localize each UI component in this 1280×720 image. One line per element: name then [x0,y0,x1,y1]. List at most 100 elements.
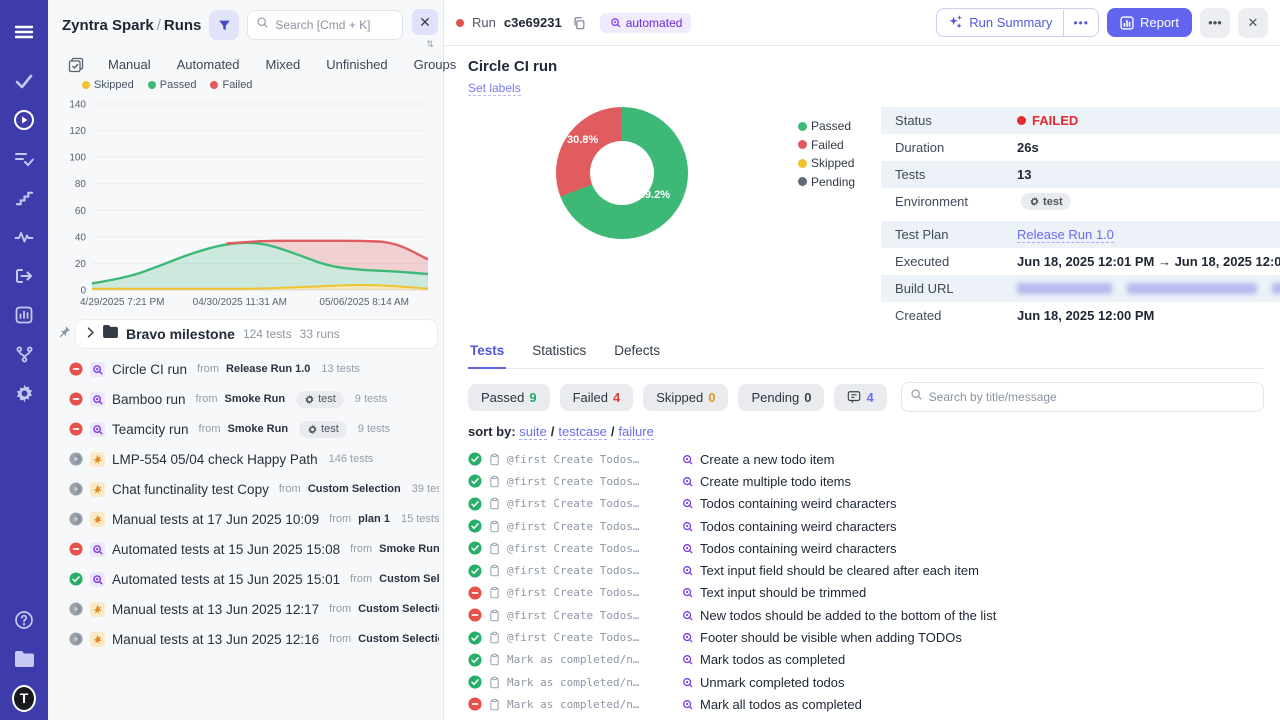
automated-badge: automated [600,13,692,33]
runs-play-icon[interactable] [12,108,36,132]
test-row[interactable]: @first Create Todos…Text input field sho… [468,559,1264,581]
test-title: Create a new todo item [700,452,834,467]
sort-by-failure[interactable]: failure [618,424,653,440]
tasks-check-icon[interactable] [12,69,36,93]
automated-test-icon [681,497,694,510]
test-suite: @first Create Todos… [507,631,675,644]
projects-folder-icon[interactable] [12,647,36,671]
run-summary-more-button[interactable]: ••• [1063,10,1098,36]
set-labels-link[interactable]: Set labels [468,81,521,96]
help-icon[interactable] [12,608,36,632]
run-list-item[interactable]: Circle CI runfromRelease Run 1.013 tests [48,354,439,384]
filter-button[interactable] [209,10,239,40]
settings-gear-icon[interactable] [12,381,36,405]
more-actions-button[interactable]: ••• [1200,8,1230,38]
test-row[interactable]: Mark as completed/n…Mark todos as comple… [468,649,1264,671]
sort-by-testcase[interactable]: testcase [558,424,606,440]
test-title: Text input should be trimmed [700,585,866,600]
chevron-right-icon[interactable] [86,325,95,343]
copy-icon[interactable] [570,14,588,32]
tab-statistics[interactable]: Statistics [530,343,588,368]
test-row[interactable]: @first Create Todos…Todos containing wei… [468,515,1264,537]
run-from-label: from [199,423,221,435]
run-summary-button[interactable]: Run Summary [937,9,1063,36]
select-all-icon[interactable] [68,56,84,73]
svg-text:05/06/2025 8:14 AM: 05/06/2025 8:14 AM [319,297,409,308]
menu-icon[interactable] [12,20,36,44]
runs-tab-unfinished[interactable]: Unfinished [326,57,387,72]
test-row[interactable]: @first Create Todos…Todos containing wei… [468,493,1264,515]
run-name: Teamcity run [112,422,189,437]
run-overview: 30.8% 69.2% PassedFailedSkippedPending S… [468,107,1264,329]
run-status-icon [69,392,83,406]
test-status-icon [468,631,482,645]
run-from-label: from [329,603,351,615]
test-row[interactable]: @first Create Todos…Create a new todo it… [468,448,1264,470]
passed-filter-chip[interactable]: Passed 9 [468,384,550,411]
run-list-item[interactable]: Teamcity runfromSmoke Runtest9 tests [48,414,439,444]
run-list-item[interactable]: Automated tests at 15 Jun 2025 15:08from… [48,534,439,564]
tab-defects[interactable]: Defects [612,343,662,368]
runs-trend-chart: SkippedPassedFailed 0204060801001201404/… [48,79,443,312]
automated-test-icon [681,564,694,577]
runs-tab-groups[interactable]: Groups [414,57,457,72]
pending-filter-chip[interactable]: Pending 0 [738,384,824,411]
runs-search-input[interactable] [275,18,394,32]
pin-icon[interactable] [58,325,71,343]
detail-row-environment: Environmenttest [881,188,1280,215]
run-name: LMP-554 05/04 check Happy Path [112,452,318,467]
test-row[interactable]: @first Create Todos…Todos containing wei… [468,537,1264,559]
run-list-item[interactable]: Automated tests at 15 Jun 2025 15:01from… [48,564,439,594]
testomat-logo[interactable]: T [12,686,36,710]
run-list-item[interactable]: Manual tests at 17 Jun 2025 10:09frompla… [48,504,439,534]
test-row[interactable]: @first Create Todos…Text input should be… [468,582,1264,604]
tests-search-input[interactable] [929,390,1255,404]
activity-pulse-icon[interactable] [12,225,36,249]
clipboard-icon [488,609,501,622]
runs-tab-mixed[interactable]: Mixed [266,57,301,72]
close-run-button[interactable]: ✕ [1238,8,1268,38]
runs-filter-tabs: ManualAutomatedMixedUnfinishedGroups [48,44,443,79]
skipped-filter-chip[interactable]: Skipped 0 [643,384,728,411]
detail-row-executed: ExecutedJun 18, 2025 12:01 PM → Jun 18, … [881,248,1280,275]
test-row[interactable]: @first Create Todos…Create multiple todo… [468,470,1264,492]
tests-search[interactable] [901,382,1264,412]
panel-close-button[interactable]: ✕ [412,9,438,35]
manual-run-icon [90,632,105,647]
sort-order-icon[interactable]: ⇅ [426,39,434,50]
search-icon [256,16,269,34]
report-button[interactable]: Report [1107,8,1192,37]
breadcrumb-project[interactable]: Zyntra Spark [62,17,154,34]
run-status-icon [69,542,83,556]
runs-tab-manual[interactable]: Manual [108,57,151,72]
test-status-icon [468,497,482,511]
run-detail-header: Run c3e69231 automated Run Summary ••• R… [444,0,1280,46]
test-row[interactable]: Mark as completed/n…Unmark completed tod… [468,671,1264,693]
run-source: plan 1 [358,513,390,525]
comments-filter-chip[interactable]: 4 [834,384,886,411]
runs-search[interactable] [247,10,403,40]
import-icon[interactable] [12,264,36,288]
test-list-icon[interactable] [12,147,36,171]
run-list-item[interactable]: Manual tests at 13 Jun 2025 12:17fromCus… [48,594,439,624]
test-row[interactable]: @first Create Todos…Footer should be vis… [468,626,1264,648]
automated-test-icon [681,520,694,533]
run-list-item[interactable]: LMP-554 05/04 check Happy Path146 tests [48,444,439,474]
test-row[interactable]: Mark as completed/n…Mark all todos as co… [468,693,1264,715]
tab-tests[interactable]: Tests [468,343,506,369]
svg-text:20: 20 [75,259,87,270]
test-row[interactable]: @first Create Todos…New todos should be … [468,604,1264,626]
test-title: Unmark completed todos [700,675,845,690]
sort-by-suite[interactable]: suite [519,424,546,440]
reports-icon[interactable] [12,303,36,327]
run-list-item[interactable]: Chat functinality test CopyfromCustom Se… [48,474,439,504]
runs-tab-automated[interactable]: Automated [177,57,240,72]
test-plan-link[interactable]: Release Run 1.0 [1017,227,1114,243]
failed-filter-chip[interactable]: Failed 4 [560,384,634,411]
manual-run-icon [90,512,105,527]
milestone-row[interactable]: Bravo milestone 124 tests 33 runs [58,320,437,348]
run-list-item[interactable]: Manual tests at 13 Jun 2025 12:16fromCus… [48,624,439,654]
branches-icon[interactable] [12,342,36,366]
run-list-item[interactable]: Bamboo runfromSmoke Runtest9 tests [48,384,439,414]
steps-icon[interactable] [12,186,36,210]
